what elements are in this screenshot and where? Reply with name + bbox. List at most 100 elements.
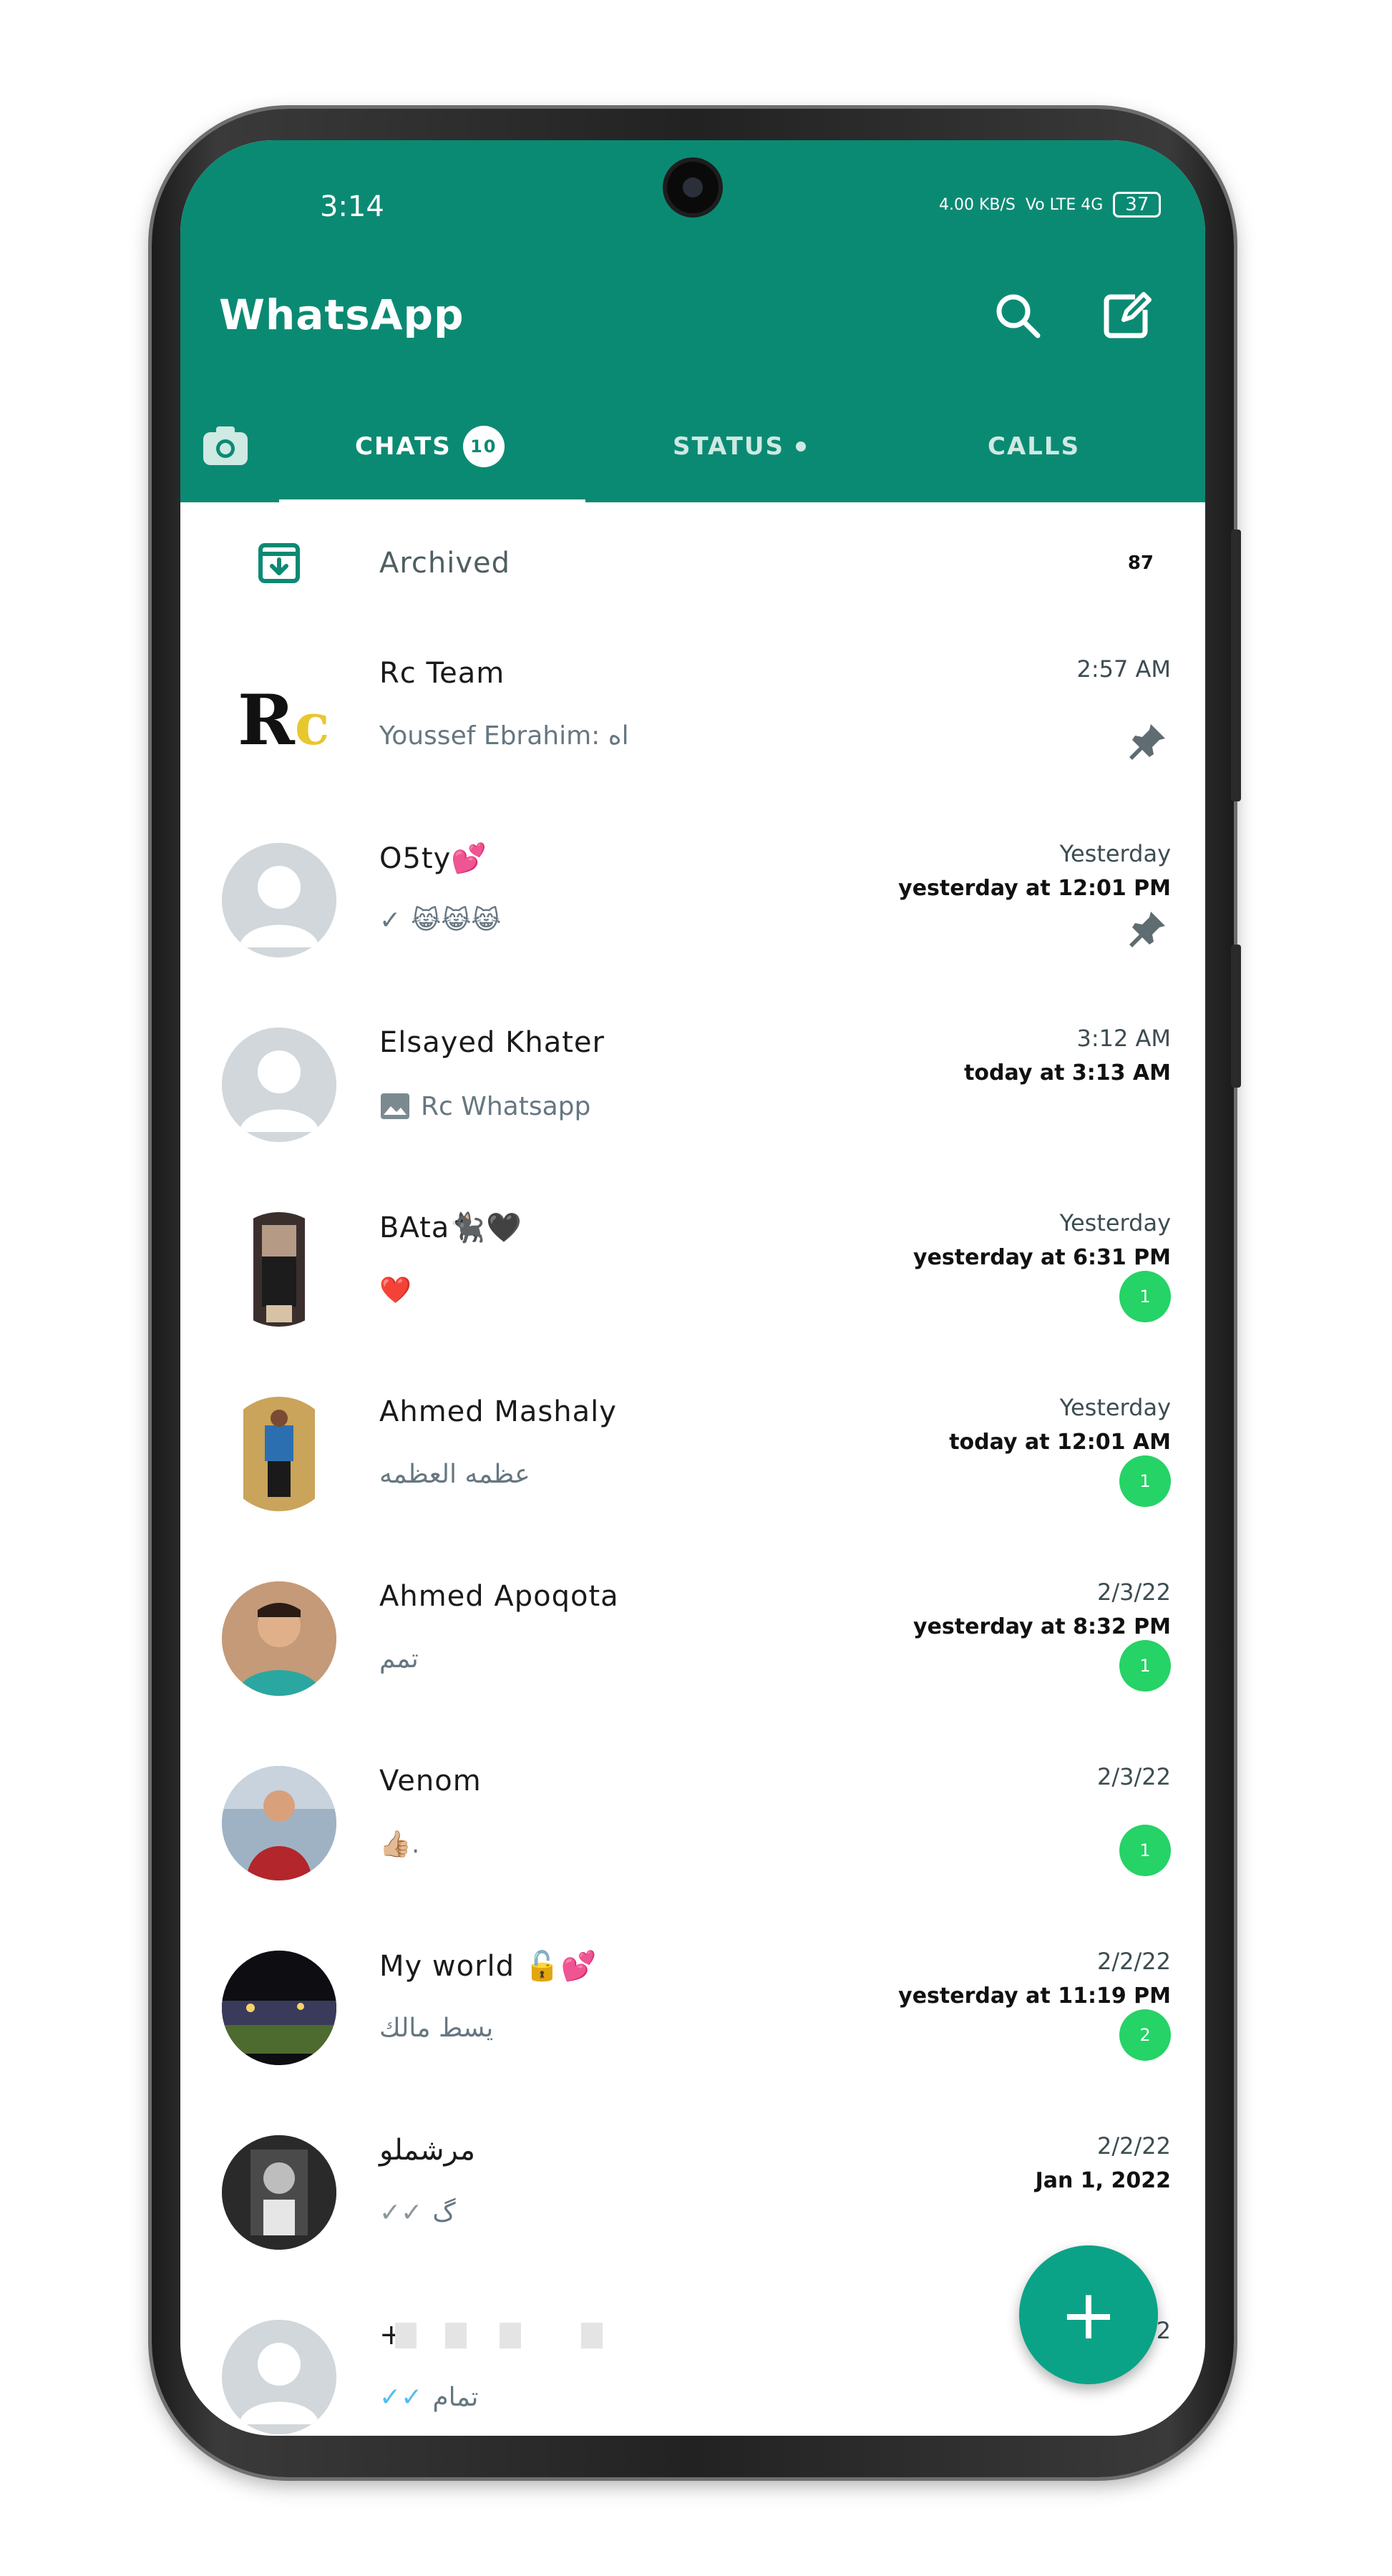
- chat-last-message-text: يسط مالك: [379, 2014, 494, 2043]
- contact-avatar: [222, 2135, 336, 2250]
- chat-time: 2/3/22: [1097, 1579, 1171, 1606]
- chat-name: My world 🔓💕: [379, 1950, 598, 1983]
- chat-time: Yesterday: [1059, 1394, 1171, 1421]
- chat-time: Yesterday: [1059, 840, 1171, 867]
- double-tick-icon: ✓✓: [379, 2198, 423, 2228]
- unread-count-badge: 1: [1119, 1455, 1171, 1507]
- chat-name: Venom: [379, 1765, 482, 1797]
- chat-last-message: Rc Whatsapp: [379, 1091, 590, 1122]
- chat-last-message: يسط مالك: [379, 2014, 493, 2043]
- battery-indicator: 37: [1113, 192, 1162, 218]
- chat-name: O5ty💕: [379, 842, 488, 875]
- blurred-phone-number: [500, 2323, 521, 2348]
- network-speed: 4.00 KB/S: [939, 195, 1016, 214]
- chat-last-message: ✓ 😹😹😹: [379, 906, 501, 935]
- unread-count-badge: 2: [1119, 2009, 1171, 2061]
- tab-calls[interactable]: CALLS: [988, 419, 1080, 474]
- chat-row[interactable]: Rc Rc Team Youssef Ebrahim: اه 2:57 AM: [180, 635, 1205, 820]
- chat-last-message: تمم: [379, 1644, 419, 1674]
- chat-name: Ahmed Apoqota: [379, 1580, 619, 1613]
- contact-avatar: [222, 1951, 336, 2065]
- pin-icon: [1129, 912, 1165, 947]
- default-avatar-icon: [222, 2320, 336, 2434]
- chat-name: مرشملو: [379, 2134, 476, 2167]
- chat-time: 2/2/22: [1097, 1948, 1171, 1975]
- chat-last-message-text: تمام: [432, 2383, 479, 2412]
- unread-count-badge: 1: [1119, 1271, 1171, 1322]
- chat-row[interactable]: Ahmed Mashaly عظمه العظمه Yesterday toda…: [180, 1374, 1205, 1558]
- chat-last-message-text: ❤️: [379, 1276, 412, 1305]
- contact-avatar: [222, 1581, 336, 1696]
- tab-chats[interactable]: CHATS 10: [355, 419, 505, 474]
- unread-chats-badge: 10: [462, 426, 505, 467]
- chat-name: Ahmed Mashaly: [379, 1395, 617, 1428]
- chat-last-message: ✓✓ تمام: [379, 2383, 478, 2412]
- double-tick-read-icon: ✓✓: [379, 2383, 423, 2412]
- chat-row[interactable]: Ahmed Apoqota تمم 2/3/22 yesterday at 8:…: [180, 1558, 1205, 1743]
- single-tick-icon: ✓: [379, 906, 401, 935]
- tab-calls-label: CALLS: [988, 432, 1081, 461]
- chat-time: 3:12 AM: [1076, 1025, 1171, 1052]
- chat-time: 2/2/22: [1097, 2132, 1171, 2160]
- unread-count-badge: 1: [1119, 1640, 1171, 1692]
- chat-row[interactable]: BAta🐈‍⬛🖤 ❤️ Yesterday yesterday at 6:31 …: [180, 1189, 1205, 1374]
- chat-name: Elsayed Khater: [379, 1026, 605, 1059]
- volume-button: [1231, 530, 1241, 801]
- tab-chats-label: CHATS: [355, 432, 452, 461]
- power-button: [1231, 945, 1241, 1088]
- tab-status[interactable]: STATUS: [673, 419, 807, 474]
- status-dot: [796, 441, 807, 452]
- archived-count: 87: [1127, 552, 1154, 574]
- tab-status-label: STATUS: [673, 432, 785, 461]
- chat-subtime: today at 3:13 AM: [964, 1060, 1171, 1085]
- chat-row[interactable]: Venom 👍🏼. 2/3/22 1: [180, 1743, 1205, 1928]
- app-header: 3:14 4.00 KB/S Vo LTE 4G 37 WhatsApp CHA…: [180, 140, 1205, 505]
- archived-label: Archived: [379, 547, 511, 580]
- chat-subtime: yesterday at 11:19 PM: [898, 1984, 1171, 2009]
- chat-time: 2:57 AM: [1076, 655, 1171, 683]
- archive-icon: [258, 543, 300, 583]
- pin-icon: [1129, 724, 1165, 760]
- photo-icon: [381, 1093, 409, 1119]
- chat-subtime: yesterday at 8:32 PM: [913, 1614, 1171, 1639]
- chat-name: Rc Team: [379, 657, 505, 690]
- chat-time: Yesterday: [1059, 1209, 1171, 1236]
- chat-last-message-text: Youssef Ebrahim: اه: [379, 721, 629, 751]
- screen: 3:14 4.00 KB/S Vo LTE 4G 37 WhatsApp CHA…: [180, 140, 1205, 2436]
- status-time: 3:14: [320, 190, 384, 223]
- search-icon[interactable]: [989, 287, 1046, 344]
- blurred-phone-number: [445, 2323, 467, 2348]
- chat-row[interactable]: O5ty💕 ✓ 😹😹😹 Yesterday yesterday at 12:01 …: [180, 820, 1205, 1005]
- chat-subtime: Jan 1, 2022: [1035, 2168, 1171, 2193]
- chat-last-message: ❤️: [379, 1275, 412, 1305]
- archived-row[interactable]: Archived 87: [180, 502, 1205, 631]
- chat-subtime: yesterday at 12:01 PM: [898, 876, 1171, 901]
- compose-icon[interactable]: [1098, 287, 1155, 344]
- chat-last-message-text: 😹😹😹: [411, 906, 502, 935]
- contact-avatar: [222, 1397, 336, 1511]
- chat-last-message: عظمه العظمه: [379, 1460, 530, 1489]
- default-avatar-icon: [222, 843, 336, 957]
- chat-name: BAta🐈‍⬛🖤: [379, 1211, 522, 1244]
- app-title: WhatsApp: [219, 291, 464, 339]
- chat-last-message: Youssef Ebrahim: اه: [379, 721, 629, 751]
- chat-last-message: 👍🏼.: [379, 1829, 419, 1859]
- chat-last-message-text: 👍🏼.: [379, 1830, 420, 1859]
- status-indicators: 4.00 KB/S Vo LTE 4G 37: [939, 192, 1162, 218]
- contact-avatar: [222, 1766, 336, 1880]
- camera-icon[interactable]: [200, 421, 250, 471]
- chat-subtime: today at 12:01 AM: [949, 1430, 1171, 1455]
- chat-last-message: ✓✓ گ: [379, 2198, 456, 2228]
- blurred-phone-number: [581, 2323, 603, 2348]
- new-chat-button[interactable]: +: [1019, 2245, 1158, 2384]
- chat-last-message-text: تمم: [379, 1644, 419, 1674]
- unread-count-badge: 1: [1119, 1825, 1171, 1876]
- front-camera: [667, 162, 719, 213]
- blurred-phone-number: [395, 2323, 417, 2348]
- network-type: Vo LTE 4G: [1025, 195, 1104, 214]
- chat-row[interactable]: My world 🔓💕 يسط مالك 2/2/22 yesterday at…: [180, 1928, 1205, 2112]
- chat-row[interactable]: Elsayed Khater Rc Whatsapp 3:12 AM today…: [180, 1005, 1205, 1189]
- chat-last-message-text: عظمه العظمه: [379, 1460, 530, 1489]
- chat-last-message-text: گ: [432, 2198, 456, 2228]
- chat-time: 2/3/22: [1097, 1763, 1171, 1790]
